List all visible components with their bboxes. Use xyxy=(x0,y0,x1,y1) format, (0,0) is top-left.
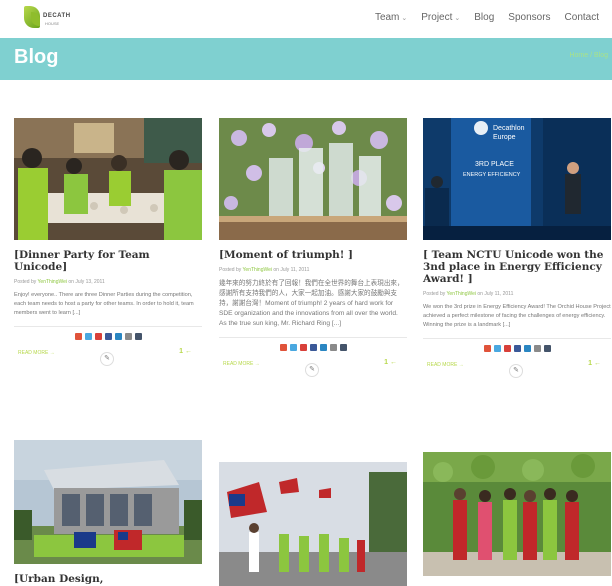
page-title: Blog xyxy=(14,46,59,68)
post-title[interactable]: [Urban Design, xyxy=(14,573,202,585)
post-thumbnail-award[interactable]: Decathlon Europe 3RD PLACE ENERGY EFFICI… xyxy=(423,118,611,240)
blog-post-card: [Dinner Party for Team Unicode] Posted b… xyxy=(14,118,202,368)
page-banner: Blog Home / Blog xyxy=(0,38,612,80)
blog-post-card: [Moment of triumph! ] Posted by YenThing… xyxy=(219,118,407,379)
pencil-icon[interactable]: ✎ xyxy=(305,363,319,377)
post-footer: READ MORE → ✎ 1 ← xyxy=(219,355,407,379)
linkedin-icon[interactable] xyxy=(319,344,327,351)
pencil-icon[interactable]: ✎ xyxy=(100,352,114,366)
comment-count[interactable]: 1 ← xyxy=(588,360,601,367)
nav-item-contact[interactable]: Contact xyxy=(558,12,606,23)
chevron-down-icon: ⌄ xyxy=(401,15,408,22)
logo-subtitle: HOUSE xyxy=(45,21,60,26)
post-author-link[interactable]: YenThingWei xyxy=(38,279,67,285)
google-plus-icon[interactable] xyxy=(299,344,307,351)
blog-post-card xyxy=(423,452,611,585)
comment-count[interactable]: 1 ← xyxy=(179,348,192,355)
twitter-icon[interactable] xyxy=(84,333,92,340)
post-title[interactable]: [Dinner Party for Team Unicode] xyxy=(14,249,202,273)
pinterest-icon[interactable] xyxy=(74,333,82,340)
google-plus-icon[interactable] xyxy=(503,345,511,352)
email-icon[interactable] xyxy=(329,344,337,351)
divider xyxy=(14,326,202,327)
twitter-icon[interactable] xyxy=(289,344,297,351)
post-footer: READ MORE → ✎ 1 ← xyxy=(423,356,611,380)
facebook-icon[interactable] xyxy=(104,333,112,340)
read-more-link[interactable]: READ MORE → xyxy=(18,350,55,356)
breadcrumb[interactable]: Home / Blog xyxy=(569,52,608,59)
award-slide-line: Decathlon xyxy=(493,125,525,132)
main-nav: Team ⌄ Project ⌄ Blog Sponsors Contact xyxy=(368,12,606,23)
facebook-icon[interactable] xyxy=(309,344,317,351)
post-meta: Posted by YenThingWei on July 13, 2011 xyxy=(14,279,105,285)
nav-item-team[interactable]: Team ⌄ xyxy=(368,12,414,23)
post-thumbnail-house[interactable] xyxy=(14,440,202,564)
post-excerpt: 幾年來的努力終於有了回報！我們在全世界的舞台上表現出來，感謝所有支持我們的人，大… xyxy=(219,280,404,327)
share-buttons xyxy=(14,333,202,340)
post-excerpt: We won the 3rd prize in Energy Efficienc… xyxy=(423,304,611,328)
award-slide-line: 3RD PLACE xyxy=(475,161,514,168)
top-bar: DECATH HOUSE Team ⌄ Project ⌄ Blog Sponsor… xyxy=(0,0,612,36)
award-slide-line: Europe xyxy=(493,134,516,141)
logo-name: DECATH xyxy=(43,13,71,19)
post-thumbnail-greenwall[interactable] xyxy=(423,452,611,576)
tumblr-icon[interactable] xyxy=(543,345,551,352)
post-excerpt: Enjoy! everyone.. There are three Dinner… xyxy=(14,292,194,316)
divider xyxy=(219,337,407,338)
nav-item-project[interactable]: Project ⌄ xyxy=(414,12,467,23)
post-meta: Posted by YenThingWei on July 11, 2011 xyxy=(423,291,514,297)
linkedin-icon[interactable] xyxy=(523,345,531,352)
post-author-link[interactable]: YenThingWei xyxy=(243,267,272,273)
award-slide-line: ENERGY EFFICIENCY xyxy=(463,172,521,178)
read-more-link[interactable]: READ MORE → xyxy=(427,362,464,368)
post-footer: READ MORE → ✎ 1 ← xyxy=(14,344,202,368)
post-title[interactable]: [ Team NCTU Unicode won the 3nd place in… xyxy=(423,249,611,285)
share-buttons xyxy=(423,345,611,352)
post-meta: Posted by YenThingWei on July 11, 2011 xyxy=(219,267,310,273)
facebook-icon[interactable] xyxy=(513,345,521,352)
post-author-link[interactable]: YenThingWei xyxy=(447,291,476,297)
blog-post-card: Decathlon Europe 3RD PLACE ENERGY EFFICI… xyxy=(423,118,611,380)
nav-item-blog[interactable]: Blog xyxy=(467,12,501,23)
site-logo[interactable]: DECATH HOUSE xyxy=(22,4,82,32)
nav-item-sponsors[interactable]: Sponsors xyxy=(501,12,557,23)
pencil-icon[interactable]: ✎ xyxy=(509,364,523,378)
chevron-down-icon: ⌄ xyxy=(454,15,461,22)
tumblr-icon[interactable] xyxy=(339,344,347,351)
read-more-link[interactable]: READ MORE → xyxy=(223,361,260,367)
post-thumbnail-dinner[interactable] xyxy=(14,118,202,240)
pinterest-icon[interactable] xyxy=(483,345,491,352)
tumblr-icon[interactable] xyxy=(134,333,142,340)
share-buttons xyxy=(219,344,407,351)
divider xyxy=(423,338,611,339)
google-plus-icon[interactable] xyxy=(94,333,102,340)
post-thumbnail-flags[interactable] xyxy=(219,462,407,586)
linkedin-icon[interactable] xyxy=(114,333,122,340)
post-title[interactable]: [Moment of triumph! ] xyxy=(219,249,407,261)
pinterest-icon[interactable] xyxy=(279,344,287,351)
comment-count[interactable]: 1 ← xyxy=(384,359,397,366)
email-icon[interactable] xyxy=(124,333,132,340)
twitter-icon[interactable] xyxy=(493,345,501,352)
post-thumbnail-trophies[interactable] xyxy=(219,118,407,240)
email-icon[interactable] xyxy=(533,345,541,352)
blog-post-card: [Urban Design, xyxy=(14,440,202,585)
blog-post-card xyxy=(219,462,407,586)
